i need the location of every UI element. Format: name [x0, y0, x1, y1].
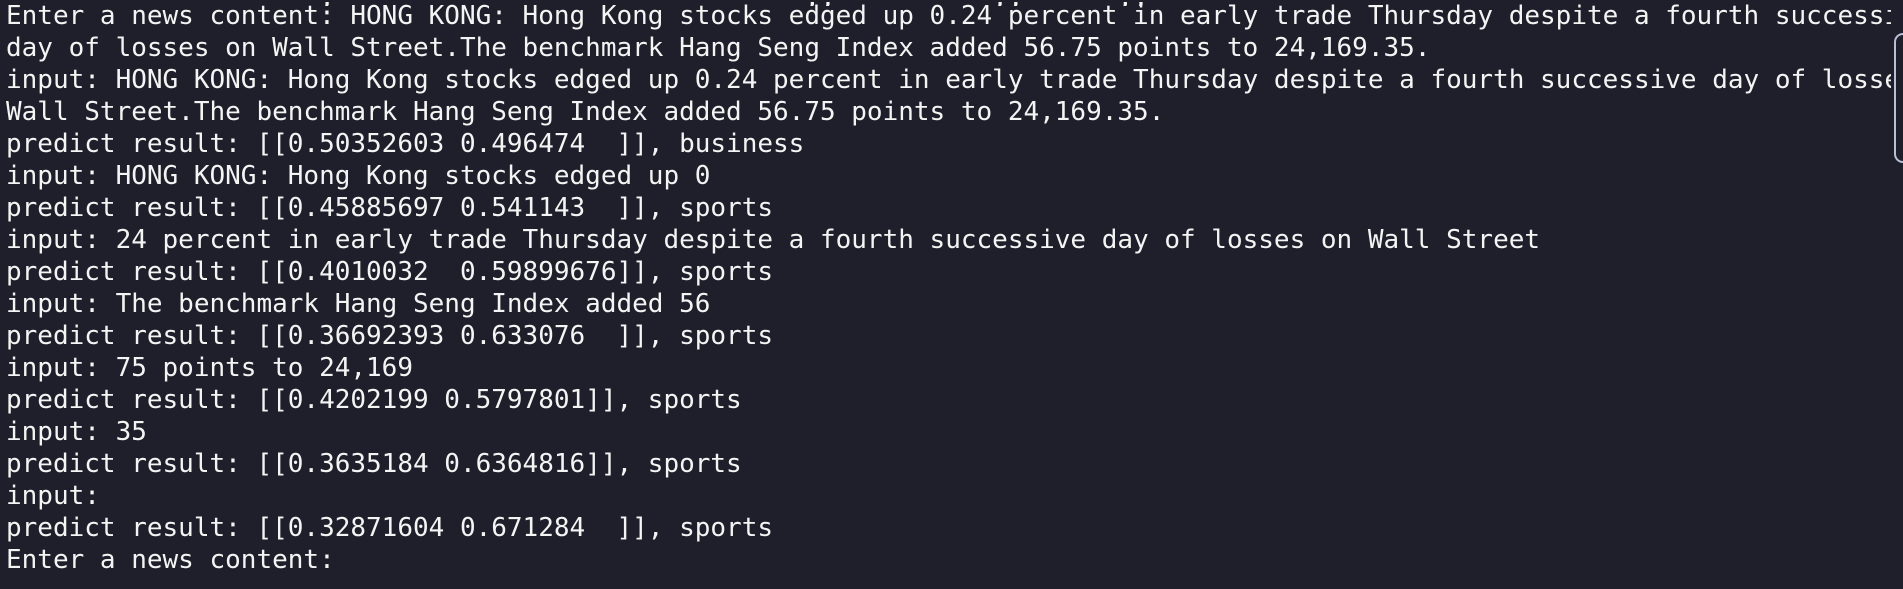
output-line-9: predict result: [[0.4010032 0.59899676]]…	[6, 257, 774, 287]
vertical-scrollbar[interactable]	[1894, 33, 1903, 163]
output-line-15: predict result: [[0.3635184 0.6364816]],…	[6, 449, 742, 479]
prompt-line[interactable]: Enter a news content:	[6, 544, 1891, 576]
output-line-12: input: 75 points to 24,169	[6, 353, 413, 383]
output-line-8: input: 24 percent in early trade Thursda…	[6, 225, 1541, 255]
output-line-17: predict result: [[0.32871604 0.671284 ]]…	[6, 513, 774, 543]
output-line-3: input: HONG KONG: Hong Kong stocks edged…	[6, 65, 1891, 95]
output-line-13: predict result: [[0.4202199 0.5797801]],…	[6, 385, 742, 415]
output-line-6: input: HONG KONG: Hong Kong stocks edged…	[6, 161, 711, 191]
output-line-11: predict result: [[0.36692393 0.633076 ]]…	[6, 321, 774, 351]
output-line-4: Wall Street.The benchmark Hang Seng Inde…	[6, 97, 1165, 127]
terminal-output[interactable]: Enter a news content: HONG KONG: Hong Ko…	[6, 0, 1891, 589]
output-line-14: input: 35	[6, 417, 147, 447]
output-line-5: predict result: [[0.50352603 0.496474 ]]…	[6, 129, 805, 159]
output-line-1: Enter a news content: HONG KONG: Hong Ko…	[6, 1, 1891, 31]
output-line-10: input: The benchmark Hang Seng Index add…	[6, 289, 711, 319]
output-line-7: predict result: [[0.45885697 0.541143 ]]…	[6, 193, 774, 223]
terminal-window: , ,, ,, ,, Enter a news content: HONG KO…	[0, 0, 1903, 589]
output-line-2: day of losses on Wall Street.The benchma…	[6, 33, 1431, 63]
output-line-16: input:	[6, 481, 116, 511]
